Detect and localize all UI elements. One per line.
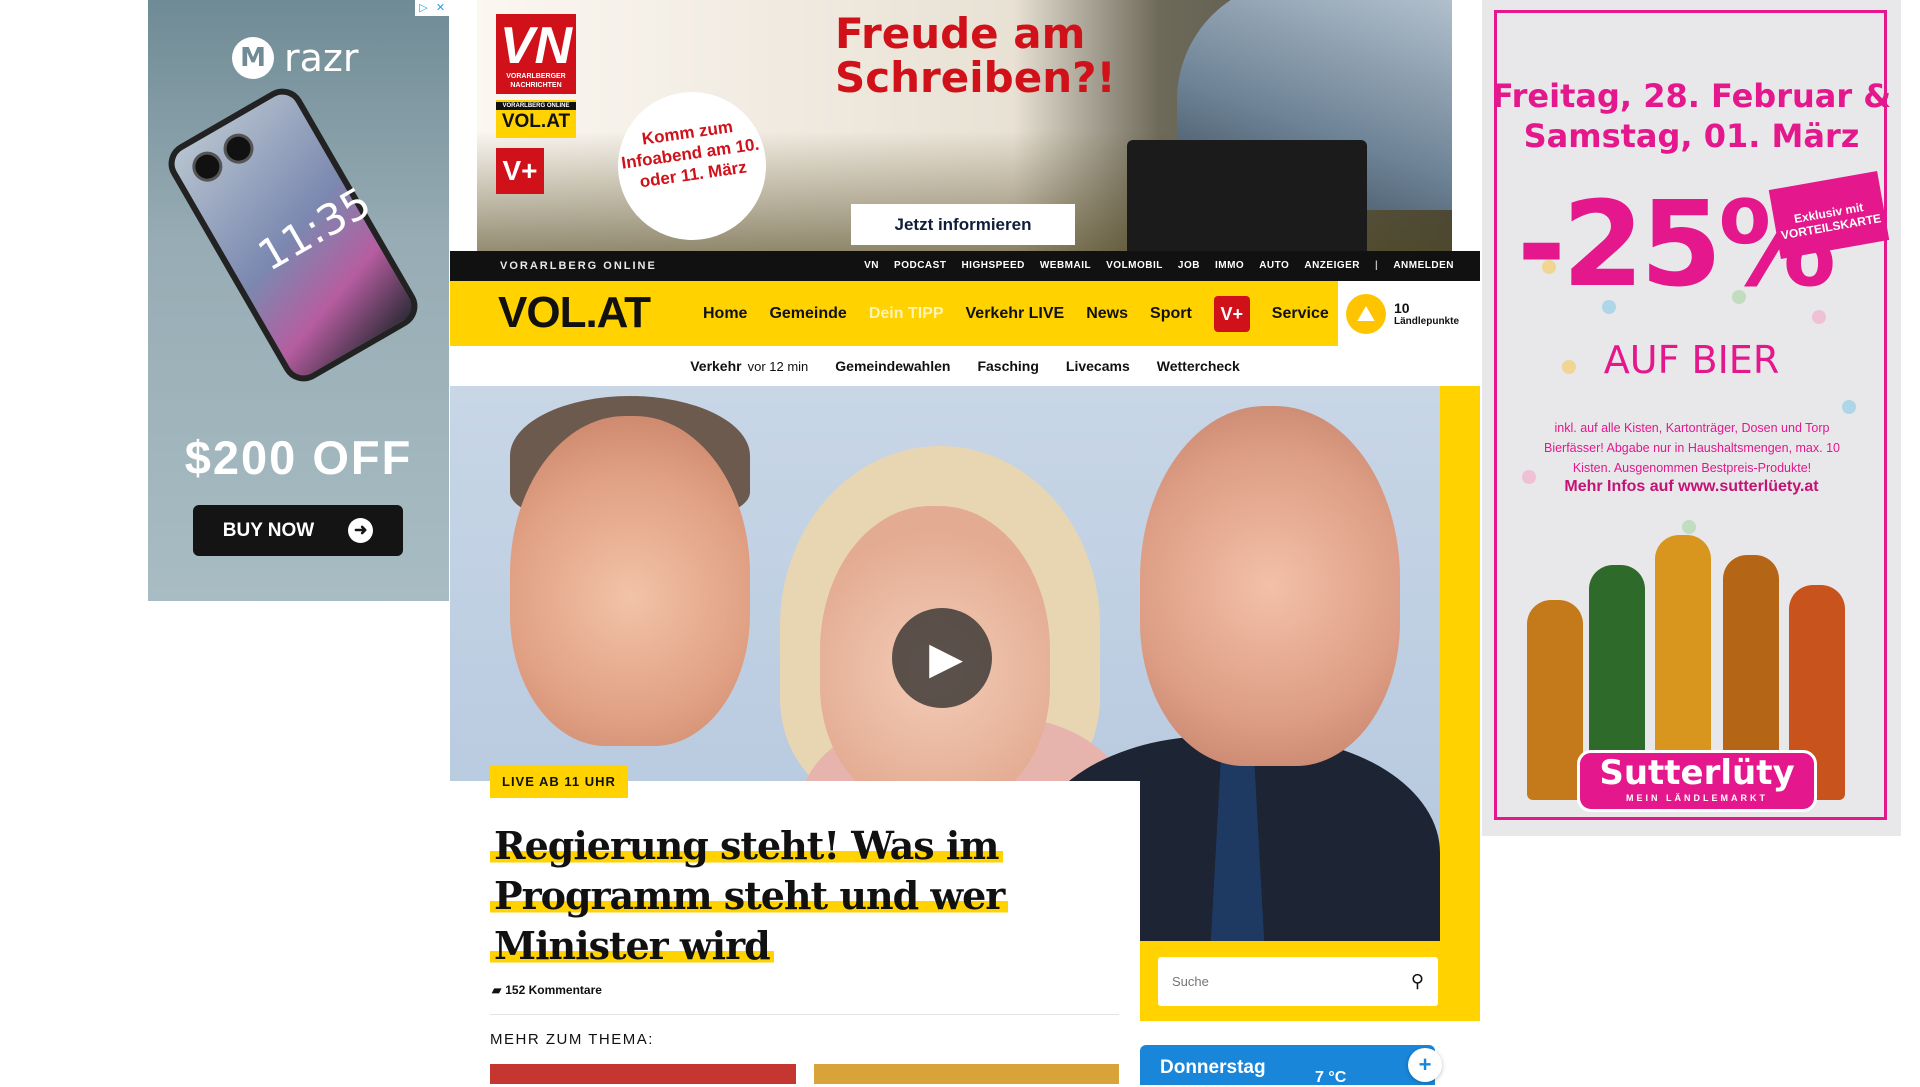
nav-menu: Home Gemeinde Dein TIPP Verkehr LIVE New…	[703, 281, 1329, 346]
laptop-image	[1127, 140, 1367, 251]
phone-image: 11:35	[160, 80, 426, 390]
search-panel: ⚲	[1140, 941, 1480, 1021]
points-value: 10	[1394, 300, 1410, 316]
main-nav: VOL.AT Home Gemeinde Dein TIPP Verkehr L…	[450, 281, 1480, 346]
top-link-webmail[interactable]: WEBMAIL	[1040, 251, 1091, 281]
search-icon[interactable]: ⚲	[1411, 971, 1424, 992]
ad-brand: M razr	[232, 36, 358, 80]
ad-dates: Freitag, 28. Februar & Samstag, 01. März	[1491, 77, 1892, 155]
play-icon[interactable]: ▶	[892, 608, 992, 708]
comments-link[interactable]: ▰ 152 Kommentare	[492, 983, 602, 997]
more-on-topic-label: MEHR ZUM THEMA:	[490, 1031, 654, 1048]
phone-clock: 11:35	[249, 177, 380, 281]
brand-line: VORARLBERG ONLINE	[500, 260, 657, 272]
subnav-livecams[interactable]: Livecams	[1066, 358, 1130, 374]
lead-article[interactable]: LIVE AB 11 UHR Regierung steht! Was im P…	[450, 765, 1140, 1084]
ad-left-razr[interactable]: ▷ ✕ M razr 11:35 $200 OFF BUY NOW ➜	[148, 0, 449, 601]
separator: |	[1375, 260, 1379, 271]
related-thumbnail[interactable]	[490, 1064, 796, 1084]
laendlepunkte-widget[interactable]: ⛰ 10 Ländlepunkte	[1338, 281, 1480, 346]
subnav-fasching[interactable]: Fasching	[977, 358, 1038, 374]
top-link-highspeed[interactable]: HIGHSPEED	[961, 251, 1024, 281]
sub-nav: Verkehr vor 12 min Gemeindewahlen Faschin…	[450, 346, 1480, 386]
motorola-logo-icon: M	[232, 37, 274, 79]
sutterluety-logo: Sutterlüty MEIN LÄNDLEMARKT	[1577, 750, 1817, 812]
subnav-wettercheck[interactable]: Wettercheck	[1157, 358, 1240, 374]
top-link-job[interactable]: JOB	[1178, 251, 1200, 281]
article-title[interactable]: Regierung steht! Was im Programm steht u…	[490, 821, 1010, 971]
nav-item-gemeinde[interactable]: Gemeinde	[769, 305, 846, 323]
weather-temp: 7 °C	[1315, 1069, 1347, 1086]
person-face	[1140, 406, 1400, 766]
nav-item-vplus[interactable]: V+	[1213, 295, 1250, 332]
ad-headline: Freude am Schreiben?!	[835, 9, 1116, 102]
comment-icon: ▰	[492, 983, 502, 997]
camera-lens	[218, 128, 260, 170]
beer-bottle	[1527, 600, 1583, 800]
search-input[interactable]	[1172, 974, 1411, 989]
top-link-volmobil[interactable]: VOLMOBIL	[1106, 251, 1163, 281]
volat-logo-small: VORARLBERG ONLINE VOL.AT	[496, 100, 576, 138]
weather-expand-button[interactable]: +	[1408, 1048, 1442, 1082]
nav-item-home[interactable]: Home	[703, 305, 747, 323]
buy-now-button[interactable]: BUY NOW ➜	[193, 505, 403, 556]
vplus-logo-small: V+	[496, 148, 544, 194]
ad-offer: $200 OFF	[184, 431, 413, 484]
login-link[interactable]: ANMELDEN	[1393, 251, 1454, 281]
top-link-auto[interactable]: AUTO	[1259, 251, 1289, 281]
points-label: Ländlepunkte	[1394, 316, 1460, 327]
yellow-sidebar-strip	[1440, 386, 1480, 941]
nav-item-sport[interactable]: Sport	[1150, 305, 1192, 323]
arrow-right-icon: ➜	[348, 518, 374, 543]
top-links: VN PODCAST HIGHSPEED WEBMAIL VOLMOBIL JO…	[864, 251, 1454, 281]
nav-item-verkehr-live[interactable]: Verkehr LIVE	[966, 305, 1065, 323]
ad-fineprint: inkl. auf alle Kisten, Kartonträger, Dos…	[1543, 421, 1840, 475]
weather-widget[interactable]: Donnerstag 7 °C	[1140, 1045, 1435, 1086]
top-link-podcast[interactable]: PODCAST	[894, 251, 946, 281]
top-link-vn[interactable]: VN	[864, 251, 879, 281]
live-badge: LIVE AB 11 UHR	[490, 765, 628, 798]
top-link-anzeiger[interactable]: ANZEIGER	[1304, 251, 1360, 281]
ad-url[interactable]: Mehr Infos auf www.sutterlüety.at	[1482, 478, 1901, 496]
camera-lens	[186, 146, 228, 188]
divider	[490, 1014, 1119, 1015]
mountain-sun-icon: ⛰	[1346, 293, 1386, 334]
person-face	[510, 416, 750, 746]
weather-day: Donnerstag	[1160, 1057, 1266, 1078]
ad-product: AUF BIER	[1603, 338, 1780, 382]
jetzt-informieren-button[interactable]: Jetzt informieren	[851, 204, 1075, 245]
subnav-verkehr[interactable]: Verkehr vor 12 min	[690, 358, 808, 374]
search-box: ⚲	[1158, 957, 1438, 1006]
ad-right-sutterluety[interactable]: Freitag, 28. Februar & Samstag, 01. März…	[1482, 0, 1901, 836]
subnav-gemeindewahlen[interactable]: Gemeindewahlen	[835, 358, 950, 374]
nav-item-dein-tipp[interactable]: Dein TIPP	[869, 305, 944, 323]
nav-item-news[interactable]: News	[1086, 305, 1128, 323]
related-thumbnail[interactable]	[814, 1064, 1119, 1084]
vn-logo: VN VORARLBERGER NACHRICHTEN	[496, 14, 576, 94]
top-bar: VORARLBERG ONLINE VN PODCAST HIGHSPEED W…	[450, 251, 1480, 281]
nav-item-service[interactable]: Service	[1272, 305, 1329, 323]
site-logo[interactable]: VOL.AT	[498, 287, 651, 339]
top-link-immo[interactable]: IMMO	[1215, 251, 1244, 281]
ad-top-banner[interactable]: VN VORARLBERGER NACHRICHTEN VORARLBERG ON…	[477, 0, 1452, 251]
adchoices-icon[interactable]: ▷ ✕	[415, 0, 449, 16]
